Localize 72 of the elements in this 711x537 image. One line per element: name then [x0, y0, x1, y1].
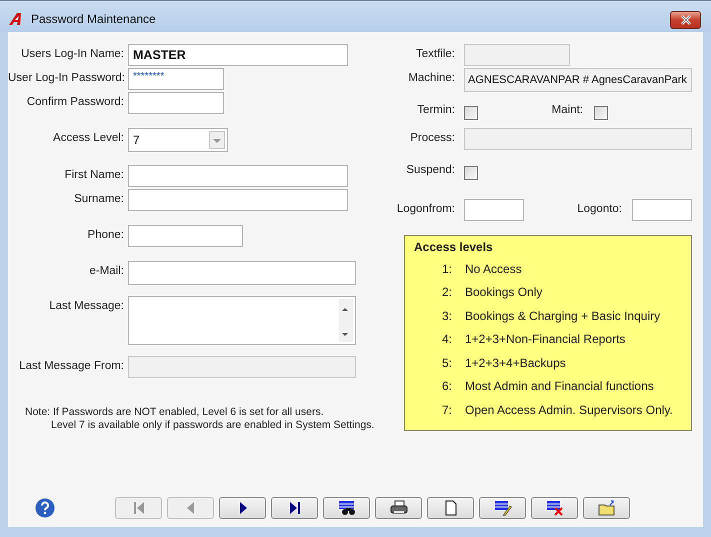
- find-button[interactable]: [323, 497, 370, 519]
- level-number: 1:: [440, 262, 452, 278]
- document-icon: [444, 500, 456, 516]
- field-label: Users Log-In Name:: [20, 47, 124, 60]
- field-label: Last Message:: [48, 299, 124, 312]
- input-field[interactable]: [128, 225, 243, 247]
- close-button[interactable]: [670, 10, 701, 28]
- field-label: Phone:: [86, 228, 124, 241]
- message-field[interactable]: [128, 296, 356, 345]
- field-label: First Name:: [64, 168, 124, 181]
- panel-title: Access levels: [413, 240, 494, 254]
- checkbox[interactable]: [594, 106, 608, 120]
- level-number: 7:: [440, 402, 452, 419]
- field-label: Logonto:: [576, 202, 622, 215]
- open-button[interactable]: [583, 497, 630, 519]
- level-description: 1+2+3+4+Backups: [465, 356, 566, 372]
- field-label: Access Level:: [52, 131, 124, 144]
- skip-first-icon: [132, 501, 144, 515]
- level-description: No Access: [465, 262, 522, 278]
- field-label: Surname:: [73, 192, 124, 205]
- level-number: 5:: [440, 356, 452, 372]
- field-label: e-Mail:: [88, 264, 124, 277]
- field-label: Termin:: [416, 104, 455, 116]
- caret-icon[interactable]: [209, 131, 225, 149]
- input-field[interactable]: [128, 261, 356, 285]
- input-field[interactable]: MASTER: [128, 44, 348, 66]
- next-record-button[interactable]: [219, 497, 266, 519]
- field-label: Last Message From:: [18, 359, 124, 372]
- edit-button[interactable]: [479, 497, 526, 519]
- level-description: Open Access Admin. Supervisors Only.: [465, 402, 673, 419]
- input-field[interactable]: [128, 189, 348, 211]
- field-label: Textfile:: [415, 47, 455, 60]
- field-label: Machine:: [407, 71, 455, 84]
- level-description: Most Admin and Financial functions: [465, 379, 654, 396]
- note-text: Note: If Passwords are NOT enabled, Level 6 is set for all users. Level 7 is available only if passwords are enabled in System Settings.: [25, 406, 376, 432]
- level-number: 3:: [440, 308, 452, 325]
- level-number: 2:: [440, 285, 452, 302]
- skip-last-icon: [288, 501, 300, 515]
- help-icon[interactable]: [35, 498, 55, 518]
- printer-icon: [390, 500, 408, 516]
- field-label: Suspend:: [405, 164, 455, 176]
- triangle-left-icon: [186, 501, 194, 515]
- level-number: 4:: [440, 332, 452, 348]
- field-label: Logonfrom:: [396, 202, 455, 215]
- delete-button[interactable]: [531, 497, 578, 519]
- triangle-right-icon: [238, 501, 246, 515]
- close-icon: [680, 14, 692, 24]
- checkbox[interactable]: [464, 106, 478, 120]
- level-number: 6:: [440, 379, 452, 396]
- level-description: 1+2+3+Non-Financial Reports: [465, 332, 626, 348]
- input-field[interactable]: [632, 199, 692, 221]
- folder-icon: [598, 500, 616, 516]
- field-label: Maint:: [550, 104, 583, 116]
- list-pencil-icon: [494, 500, 512, 516]
- checkbox[interactable]: [464, 166, 478, 180]
- last-record-button[interactable]: [271, 497, 318, 519]
- input-field[interactable]: [128, 92, 224, 114]
- input-field[interactable]: [128, 165, 348, 187]
- print-button[interactable]: [375, 497, 422, 519]
- window-title: Password Maintenance: [31, 12, 156, 26]
- access-level-dropdown[interactable]: 7: [128, 128, 228, 152]
- field-label: Process:: [409, 131, 455, 144]
- field-label: Confirm Password:: [26, 95, 124, 108]
- level-description: Bookings Only: [465, 285, 542, 302]
- binoculars-icon: [338, 500, 356, 516]
- field-label: User Log-In Password:: [8, 71, 124, 84]
- new-button[interactable]: [427, 497, 474, 519]
- scrollbar[interactable]: [339, 299, 353, 342]
- list-delete-icon: [546, 500, 564, 516]
- level-description: Bookings & Charging + Basic Inquiry: [465, 308, 660, 325]
- password-field[interactable]: ********: [128, 68, 224, 90]
- input-field[interactable]: [464, 199, 524, 221]
